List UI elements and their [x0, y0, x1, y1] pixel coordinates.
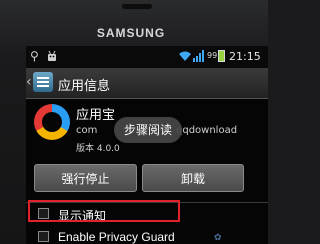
app-package-tail: qqdownload [176, 125, 238, 136]
uninstall-button[interactable]: 卸载 [142, 164, 244, 192]
highlight-box [28, 200, 180, 222]
settings-app-icon [33, 72, 53, 92]
usb-icon: ⚲ [30, 49, 39, 63]
app-info-titlebar: ‹ 应用信息 [26, 68, 268, 99]
battery-level: 99 [207, 51, 218, 60]
watermark-icon: ✿ [214, 233, 222, 243]
android-debug-icon [48, 50, 56, 61]
app-name: 应用宝 [76, 108, 116, 123]
page-title: 应用信息 [58, 79, 111, 94]
privacy-guard-label: Enable Privacy Guard [58, 230, 175, 244]
signal-icon [193, 50, 204, 62]
battery-icon [218, 50, 225, 62]
earpiece-speaker [122, 4, 152, 9]
app-package-head: com [76, 125, 98, 136]
wifi-icon [179, 51, 191, 61]
brand-logo: SAMSUNG [96, 26, 166, 40]
privacy-guard-checkbox[interactable] [38, 231, 49, 242]
privacy-guard-row[interactable]: Enable Privacy Guard [26, 227, 268, 244]
app-icon [34, 104, 70, 140]
phone-bezel: SAMSUNG ⚲ 99 21:15 ‹ 应用信息 应用宝 com qqdown… [0, 0, 268, 244]
back-chevron-icon[interactable]: ‹ [26, 74, 32, 90]
force-stop-button[interactable]: 强行停止 [34, 164, 137, 192]
step-reading-tooltip[interactable]: 步骤阅读 [114, 117, 182, 143]
app-version: 版本 4.0.0 [76, 144, 120, 154]
status-bar: ⚲ 99 21:15 [26, 46, 268, 68]
clock: 21:15 [229, 50, 261, 63]
